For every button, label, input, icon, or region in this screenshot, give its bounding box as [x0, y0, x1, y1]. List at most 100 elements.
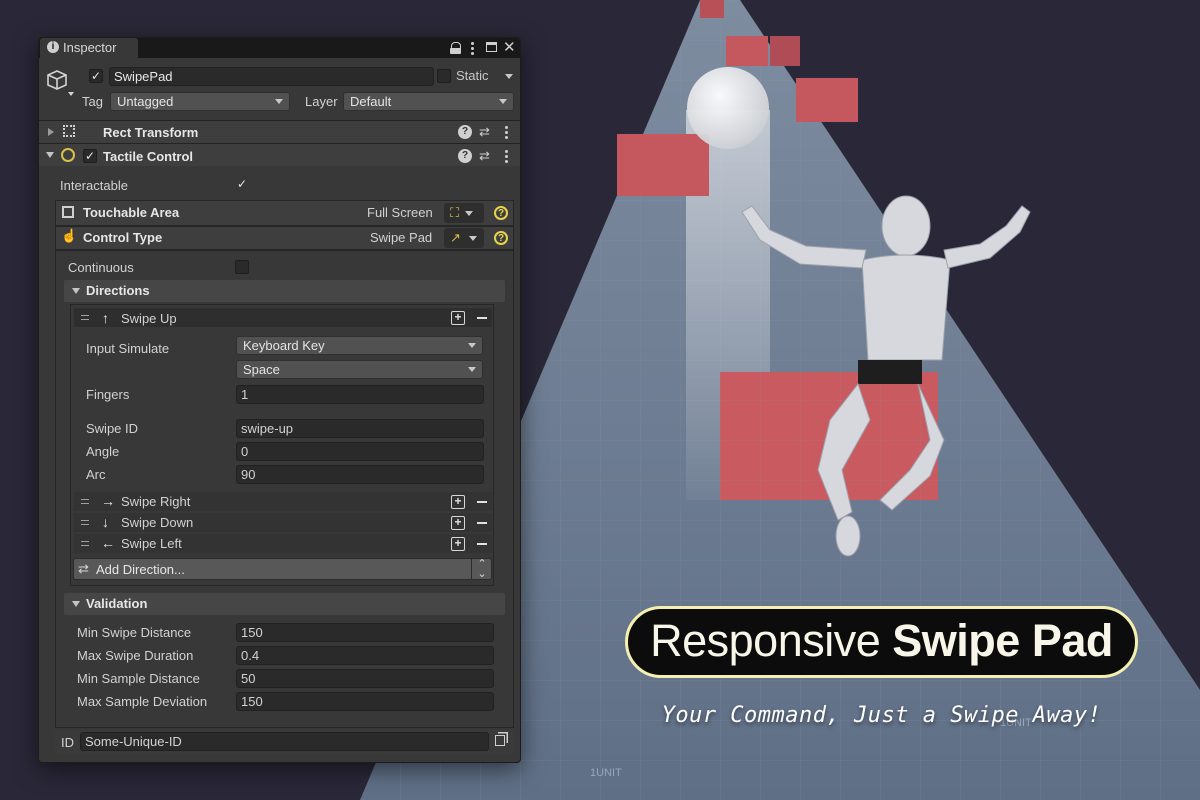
input-simulate-value: Keyboard Key	[243, 338, 325, 353]
foldout-expanded-icon[interactable]	[72, 288, 80, 294]
more-options-icon[interactable]	[471, 42, 474, 57]
drag-handle-icon[interactable]	[81, 520, 89, 525]
arrow-up-icon: ↑	[102, 310, 109, 326]
component-menu-icon[interactable]	[505, 150, 508, 165]
obstacle-block	[617, 134, 709, 196]
info-icon: i	[47, 41, 59, 53]
directions-title: Directions	[86, 283, 150, 298]
static-dropdown-arrow[interactable]	[505, 74, 513, 79]
direction-label: Swipe Down	[121, 515, 194, 530]
min-swipe-distance-field[interactable]: 150	[236, 623, 494, 642]
touchable-area-value: Full Screen	[367, 205, 433, 220]
tactile-control-title: Tactile Control	[103, 149, 194, 164]
add-icon[interactable]: +	[451, 311, 465, 325]
control-type-value: Swipe Pad	[370, 230, 433, 245]
key-value: Space	[243, 362, 280, 377]
gameobject-active-checkbox[interactable]: ✓	[89, 69, 103, 83]
add-icon[interactable]: +	[451, 495, 465, 509]
gameobject-cube-icon[interactable]	[46, 68, 76, 101]
obstacle-block	[796, 78, 858, 122]
angle-field[interactable]: 0	[236, 442, 484, 461]
close-icon[interactable]: ✕	[503, 38, 516, 58]
maximize-icon[interactable]	[486, 42, 497, 52]
help-icon[interactable]: ?	[458, 125, 472, 139]
expand-icon[interactable]: ⌃ ⌄	[471, 559, 492, 580]
add-icon[interactable]: +	[451, 537, 465, 551]
angle-label: Angle	[86, 444, 120, 459]
rect-transform-icon	[63, 125, 75, 137]
obstacle-block	[726, 36, 768, 66]
component-enabled-checkbox[interactable]: ✓	[83, 149, 97, 163]
presets-icon[interactable]: ⇄	[479, 124, 490, 140]
obstacle-block	[770, 36, 800, 66]
direction-label: Swipe Left	[121, 536, 182, 551]
foldout-collapsed-icon[interactable]	[48, 128, 54, 136]
inspector-tab-title: Inspector	[63, 40, 117, 55]
arrow-left-icon: ←	[101, 535, 115, 551]
add-icon[interactable]: +	[451, 516, 465, 530]
floor-label: 1UNIT	[590, 767, 622, 779]
copy-icon[interactable]	[495, 735, 505, 746]
static-checkbox[interactable]	[437, 69, 451, 83]
drag-handle-icon[interactable]	[81, 499, 89, 504]
direction-label: Swipe Right	[121, 494, 191, 509]
swap-icon: ⇄	[78, 561, 89, 576]
remove-icon[interactable]	[477, 522, 487, 524]
layer-dropdown[interactable]: Default	[343, 92, 514, 111]
help-icon[interactable]: ?	[494, 231, 508, 245]
remove-icon[interactable]	[477, 317, 487, 319]
continuous-label: Continuous	[68, 260, 134, 275]
banner-title-regular: Responsive	[650, 615, 881, 666]
continuous-checkbox[interactable]	[235, 260, 249, 274]
arc-field[interactable]: 90	[236, 465, 484, 484]
help-icon[interactable]: ?	[494, 206, 508, 220]
drag-handle-icon[interactable]	[81, 315, 89, 320]
fingers-label: Fingers	[86, 387, 130, 402]
key-dropdown[interactable]: Space	[236, 360, 483, 379]
fingers-field[interactable]: 1	[236, 385, 484, 404]
control-type-label: Control Type	[83, 230, 163, 245]
interactable-checkbox[interactable]: ✓	[235, 178, 249, 192]
title-banner: Responsive Swipe Pad	[625, 606, 1138, 678]
remove-icon[interactable]	[477, 543, 487, 545]
tag-dropdown[interactable]: Untagged	[110, 92, 290, 111]
min-sample-distance-field[interactable]: 50	[236, 669, 494, 688]
remove-icon[interactable]	[477, 501, 487, 503]
tag-label: Tag	[82, 94, 103, 109]
input-simulate-label: Input Simulate	[86, 341, 170, 356]
banner-title-bold: Swipe Pad	[892, 615, 1113, 666]
validation-label: Min Sample Distance	[77, 671, 200, 686]
arc-label: Arc	[86, 467, 106, 482]
foldout-expanded-icon[interactable]	[46, 152, 54, 158]
max-swipe-duration-field[interactable]: 0.4	[236, 646, 494, 665]
foldout-expanded-icon[interactable]	[72, 601, 80, 607]
id-field[interactable]: Some-Unique-ID	[80, 732, 489, 751]
rect-transform-title: Rect Transform	[103, 125, 199, 140]
swipe-id-field[interactable]: swipe-up	[236, 419, 484, 438]
component-menu-icon[interactable]	[505, 126, 508, 141]
touchable-area-icon	[62, 206, 74, 218]
add-direction-label: Add Direction...	[96, 562, 185, 577]
fullscreen-icon[interactable]: ⛶	[444, 203, 484, 223]
validation-label: Max Sample Deviation	[77, 694, 208, 709]
swipe-icon[interactable]: ↗	[444, 228, 484, 248]
max-sample-deviation-field[interactable]: 150	[236, 692, 494, 711]
validation-label: Min Swipe Distance	[77, 625, 192, 640]
obstacle-block	[700, 0, 724, 18]
input-simulate-dropdown[interactable]: Keyboard Key	[236, 336, 483, 355]
presets-icon[interactable]: ⇄	[479, 148, 490, 164]
id-label: ID	[61, 735, 74, 750]
arrow-right-icon: →	[101, 493, 115, 509]
layer-label: Layer	[305, 94, 338, 109]
arrow-down-icon: ↓	[102, 514, 109, 530]
touchable-area-label: Touchable Area	[83, 205, 180, 220]
help-icon[interactable]: ?	[458, 149, 472, 163]
swipe-id-label: Swipe ID	[86, 421, 139, 436]
tagline: Your Command, Just a Swipe Away!	[661, 703, 1102, 728]
banner-title: Responsive Swipe Pad	[650, 615, 1113, 666]
static-label: Static	[456, 68, 489, 83]
validation-label: Max Swipe Duration	[77, 648, 194, 663]
drag-handle-icon[interactable]	[81, 541, 89, 546]
gameobject-name-field[interactable]: SwipePad	[109, 67, 434, 86]
interactable-label: Interactable	[60, 178, 128, 193]
